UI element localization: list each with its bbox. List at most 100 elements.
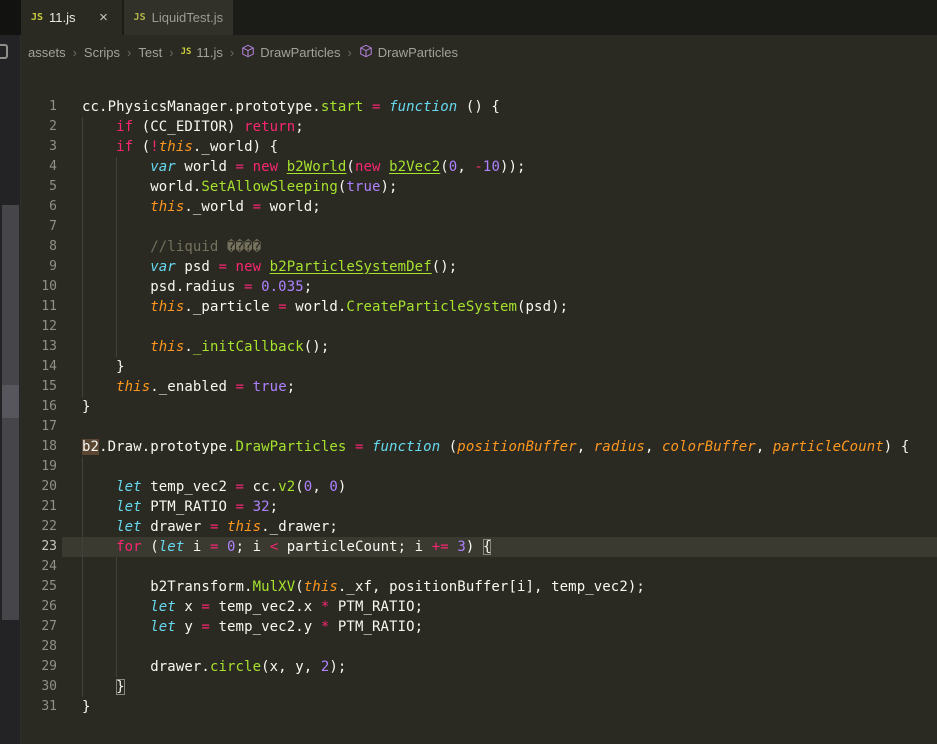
code-line-24[interactable]: 24 bbox=[21, 557, 937, 577]
line-number[interactable]: 8 bbox=[21, 237, 57, 257]
line-number[interactable]: 25 bbox=[21, 577, 57, 597]
token: this bbox=[150, 199, 185, 215]
token: colorBuffer bbox=[662, 439, 756, 455]
line-number[interactable]: 24 bbox=[21, 557, 57, 577]
line-number[interactable]: 13 bbox=[21, 337, 57, 357]
code-line-6[interactable]: 6 this._world = world; bbox=[21, 197, 937, 217]
token: = bbox=[235, 499, 245, 515]
line-number[interactable]: 2 bbox=[21, 117, 57, 137]
breadcrumb-item-drawparticles[interactable]: DrawParticles bbox=[359, 44, 458, 61]
code-line-26[interactable]: 26 let x = temp_vec2.x * PTM_RATIO; bbox=[21, 597, 937, 617]
line-number[interactable]: 7 bbox=[21, 217, 57, 237]
code-line-17[interactable]: 17 bbox=[21, 417, 937, 437]
code-line-4[interactable]: 4 var world = new b2World(new b2Vec2(0, … bbox=[21, 157, 937, 177]
code-text: } bbox=[82, 357, 125, 377]
line-number[interactable]: 10 bbox=[21, 277, 57, 297]
code-line-7[interactable]: 7 bbox=[21, 217, 937, 237]
token: } bbox=[116, 679, 125, 695]
line-number[interactable]: 30 bbox=[21, 677, 57, 697]
token: } bbox=[82, 359, 125, 375]
line-number[interactable]: 5 bbox=[21, 177, 57, 197]
code-line-20[interactable]: 20 let temp_vec2 = cc.v2(0, 0) bbox=[21, 477, 937, 497]
breadcrumb-item-assets[interactable]: assets bbox=[28, 45, 66, 60]
code-line-1[interactable]: 1 cc.PhysicsManager.prototype.start = fun… bbox=[21, 97, 937, 117]
line-number[interactable]: 12 bbox=[21, 317, 57, 337]
symbol-method-icon bbox=[241, 44, 255, 61]
code-line-29[interactable]: 29 drawer.circle(x, y, 2); bbox=[21, 657, 937, 677]
line-number[interactable]: 11 bbox=[21, 297, 57, 317]
code-line-14[interactable]: 14 } bbox=[21, 357, 937, 377]
token: for bbox=[116, 539, 142, 555]
line-number[interactable]: 14 bbox=[21, 357, 57, 377]
code-line-12[interactable]: 12 bbox=[21, 317, 937, 337]
breadcrumb-item-drawparticles[interactable]: DrawParticles bbox=[241, 44, 340, 61]
line-number[interactable]: 15 bbox=[21, 377, 57, 397]
code-line-8[interactable]: 8 //liquid ���� bbox=[21, 237, 937, 257]
line-number[interactable]: 26 bbox=[21, 597, 57, 617]
line-number[interactable]: 3 bbox=[21, 137, 57, 157]
code-line-31[interactable]: 31} bbox=[21, 697, 937, 717]
code-editor[interactable]: 1 cc.PhysicsManager.prototype.start = fun… bbox=[21, 97, 937, 737]
token: temp_vec2.y bbox=[209, 619, 321, 635]
token: DrawParticles bbox=[235, 439, 347, 455]
line-number[interactable]: 1 bbox=[21, 97, 57, 117]
line-number[interactable]: 28 bbox=[21, 637, 57, 657]
token: let bbox=[116, 479, 142, 495]
line-number[interactable]: 4 bbox=[21, 157, 57, 177]
code-line-19[interactable]: 19 bbox=[21, 457, 937, 477]
breadcrumb-item-11-js[interactable]: JS 11.js bbox=[181, 45, 223, 60]
token: ! bbox=[150, 139, 159, 155]
token: ; bbox=[303, 279, 313, 295]
token: world. bbox=[82, 179, 202, 195]
breadcrumb-label: DrawParticles bbox=[377, 44, 458, 60]
close-icon[interactable]: × bbox=[96, 10, 112, 26]
code-line-11[interactable]: 11 this._particle = world.CreateParticle… bbox=[21, 297, 937, 317]
code-line-5[interactable]: 5 world.SetAllowSleeping(true); bbox=[21, 177, 937, 197]
code-line-30[interactable]: 30 } bbox=[21, 677, 937, 697]
line-number[interactable]: 23 bbox=[21, 537, 57, 557]
breadcrumb-item-scrips[interactable]: Scrips bbox=[84, 45, 120, 60]
code-line-22[interactable]: 22 let drawer = this._drawer; bbox=[21, 517, 937, 537]
line-number[interactable]: 9 bbox=[21, 257, 57, 277]
line-number[interactable]: 17 bbox=[21, 417, 57, 437]
line-number[interactable]: 27 bbox=[21, 617, 57, 637]
code-line-28[interactable]: 28 bbox=[21, 637, 937, 657]
code-line-16[interactable]: 16} bbox=[21, 397, 937, 417]
code-line-13[interactable]: 13 this._initCallback(); bbox=[21, 337, 937, 357]
chevron-separator-icon: › bbox=[229, 44, 235, 60]
token: ._world bbox=[184, 199, 253, 215]
token: circle bbox=[209, 659, 262, 675]
line-number[interactable]: 31 bbox=[21, 697, 57, 717]
code-line-9[interactable]: 9 var psd = new b2ParticleSystemDef(); bbox=[21, 257, 937, 277]
token: = bbox=[235, 379, 245, 395]
line-number[interactable]: 19 bbox=[21, 457, 57, 477]
line-number[interactable]: 20 bbox=[21, 477, 57, 497]
tab-11-js[interactable]: JS 11.js × bbox=[21, 0, 122, 35]
code-text: for (let i = 0; i < particleCount; i += … bbox=[82, 537, 491, 557]
code-line-27[interactable]: 27 let y = temp_vec2.y * PTM_RATIO; bbox=[21, 617, 937, 637]
line-number[interactable]: 18 bbox=[21, 437, 57, 457]
breadcrumb-item-test[interactable]: Test bbox=[138, 45, 162, 60]
token: ( bbox=[440, 439, 458, 455]
code-line-15[interactable]: 15 this._enabled = true; bbox=[21, 377, 937, 397]
code-line-18[interactable]: 18 b2.Draw.prototype.DrawParticles = func… bbox=[21, 437, 937, 457]
code-line-2[interactable]: 2 if (CC_EDITOR) return; bbox=[21, 117, 937, 137]
code-line-21[interactable]: 21 let PTM_RATIO = 32; bbox=[21, 497, 937, 517]
tab-liquidtest-js[interactable]: JS LiquidTest.js bbox=[123, 0, 234, 35]
code-line-3[interactable]: 3 if (!this._world) { bbox=[21, 137, 937, 157]
token: //liquid ���� bbox=[150, 239, 262, 255]
token: this bbox=[116, 379, 151, 395]
line-number[interactable]: 21 bbox=[21, 497, 57, 517]
code-line-25[interactable]: 25 b2Transform.MulXV(this._xf, positionB… bbox=[21, 577, 937, 597]
code-line-10[interactable]: 10 psd.radius = 0.035; bbox=[21, 277, 937, 297]
code-line-23[interactable]: 23 for (let i = 0; i < particleCount; i … bbox=[21, 537, 937, 557]
line-number[interactable]: 6 bbox=[21, 197, 57, 217]
line-number[interactable]: 22 bbox=[21, 517, 57, 537]
line-number[interactable]: 29 bbox=[21, 657, 57, 677]
line-number[interactable]: 16 bbox=[21, 397, 57, 417]
breadcrumb-label: assets bbox=[28, 44, 66, 60]
